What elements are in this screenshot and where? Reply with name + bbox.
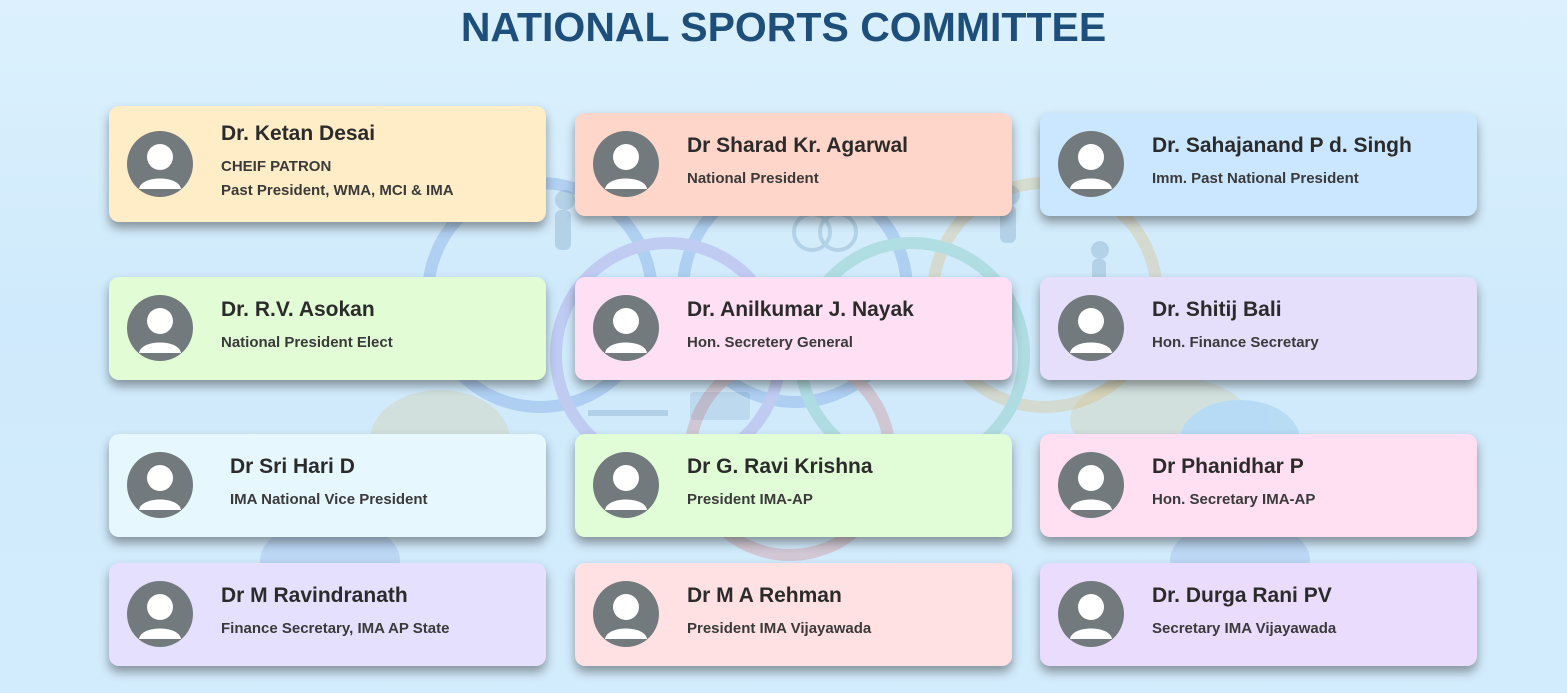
member-card-phanidhar: Dr Phanidhar P Hon. Secretary IMA-AP xyxy=(1040,434,1477,537)
member-role: National President Elect xyxy=(221,334,393,351)
member-card-ravi-krishna: Dr G. Ravi Krishna President IMA-AP xyxy=(575,434,1012,537)
user-avatar-icon xyxy=(1058,581,1124,647)
member-name: Dr Phanidhar P xyxy=(1152,455,1304,478)
member-card-sharad-agarwal: Dr Sharad Kr. Agarwal National President xyxy=(575,113,1012,216)
member-role: Imm. Past National President xyxy=(1152,170,1359,187)
member-name: Dr. Sahajanand P d. Singh xyxy=(1152,134,1412,157)
user-avatar-icon xyxy=(1058,452,1124,518)
member-card-rv-asokan: Dr. R.V. Asokan National President Elect xyxy=(109,277,546,380)
member-role: President IMA Vijayawada xyxy=(687,620,872,637)
member-name: Dr. Anilkumar J. Nayak xyxy=(687,298,914,321)
user-avatar-icon xyxy=(593,581,659,647)
member-role: IMA National Vice President xyxy=(230,491,428,508)
member-role: Past President, WMA, MCI & IMA xyxy=(221,182,454,199)
user-avatar-icon xyxy=(593,131,659,197)
member-name: Dr M A Rehman xyxy=(687,584,842,607)
member-card-ravindranath: Dr M Ravindranath Finance Secretary, IMA… xyxy=(109,563,546,666)
member-card-sri-hari: Dr Sri Hari D IMA National Vice Presiden… xyxy=(109,434,546,537)
member-role: Hon. Secretary IMA-AP xyxy=(1152,491,1316,508)
user-avatar-icon xyxy=(593,295,659,361)
member-role: Hon. Finance Secretary xyxy=(1152,334,1319,351)
member-role: CHEIF PATRON xyxy=(221,158,332,175)
user-avatar-icon xyxy=(127,131,193,197)
user-avatar-icon xyxy=(1058,295,1124,361)
member-name: Dr Sri Hari D xyxy=(230,455,355,478)
user-avatar-icon xyxy=(127,295,193,361)
member-name: Dr. Shitij Bali xyxy=(1152,298,1282,321)
user-avatar-icon xyxy=(127,581,193,647)
page-title: NATIONAL SPORTS COMMITTEE xyxy=(460,4,1107,50)
user-avatar-icon xyxy=(127,452,193,518)
member-name: Dr M Ravindranath xyxy=(221,584,408,607)
member-card-durga-rani: Dr. Durga Rani PV Secretary IMA Vijayawa… xyxy=(1040,563,1477,666)
member-role: Hon. Secretery General xyxy=(687,334,853,351)
member-card-anilkumar-nayak: Dr. Anilkumar J. Nayak Hon. Secretery Ge… xyxy=(575,277,1012,380)
user-avatar-icon xyxy=(1058,131,1124,197)
member-card-shitij-bali: Dr. Shitij Bali Hon. Finance Secretary xyxy=(1040,277,1477,380)
member-card-ketan-desai: Dr. Ketan Desai CHEIF PATRON Past Presid… xyxy=(109,106,546,222)
member-role: Finance Secretary, IMA AP State xyxy=(221,620,450,637)
member-name: Dr. Ketan Desai xyxy=(221,122,376,145)
member-card-rehman: Dr M A Rehman President IMA Vijayawada xyxy=(575,563,1012,666)
member-role: President IMA-AP xyxy=(687,491,813,508)
member-name: Dr G. Ravi Krishna xyxy=(687,455,873,478)
member-name: Dr Sharad Kr. Agarwal xyxy=(687,134,908,157)
user-avatar-icon xyxy=(593,452,659,518)
member-role: Secretary IMA Vijayawada xyxy=(1152,620,1337,637)
member-card-sahajanand-singh: Dr. Sahajanand P d. Singh Imm. Past Nati… xyxy=(1040,113,1477,216)
member-name: Dr. Durga Rani PV xyxy=(1152,584,1332,607)
member-role: National President xyxy=(687,170,819,187)
member-name: Dr. R.V. Asokan xyxy=(221,298,375,321)
